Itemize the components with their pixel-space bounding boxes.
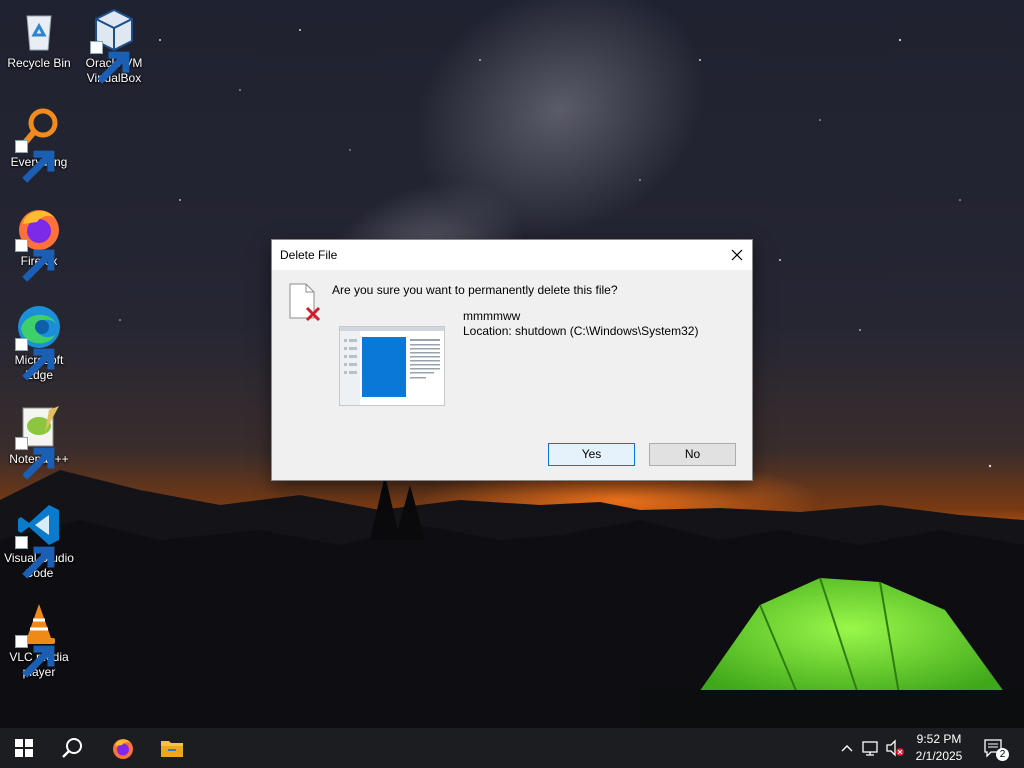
- firefox-icon: [15, 204, 63, 282]
- yes-button[interactable]: Yes: [548, 443, 635, 466]
- desktop-icon-everything[interactable]: Everything: [1, 105, 77, 183]
- firefox-taskbar-button[interactable]: [99, 728, 147, 768]
- chevron-up-icon: [841, 745, 853, 752]
- search-button[interactable]: [48, 728, 96, 768]
- file-name: mmmmww: [463, 309, 521, 323]
- shortcut-arrow-icon: [15, 140, 55, 183]
- vlc-cone-icon: [15, 600, 63, 678]
- taskbar-clock[interactable]: 9:52 PM 2/1/2025: [908, 731, 970, 765]
- search-icon: [62, 738, 82, 758]
- desktop-icon-firefox[interactable]: Firefox: [1, 204, 77, 282]
- shortcut-arrow-icon: [15, 437, 55, 480]
- file-location: Location: shutdown (C:\Windows\System32): [463, 324, 699, 338]
- notification-count-badge: 2: [996, 748, 1009, 761]
- file-thumbnail: [339, 326, 445, 406]
- volume-tray-button[interactable]: [884, 738, 906, 758]
- desktop-icon-edge[interactable]: Microsoft Edge: [1, 303, 77, 383]
- edge-icon: [15, 303, 63, 381]
- taskbar: 9:52 PM 2/1/2025: [0, 728, 1024, 768]
- file-explorer-taskbar-button[interactable]: [148, 728, 196, 768]
- virtualbox-icon: [90, 6, 138, 84]
- dialog-close-button[interactable]: [722, 240, 752, 270]
- vscode-icon: [15, 501, 63, 579]
- desktop-icon-notepadpp[interactable]: Notepad++: [1, 402, 77, 480]
- folder-icon: [161, 741, 183, 757]
- dialog-titlebar[interactable]: Delete File: [272, 240, 752, 270]
- file-delete-icon: [288, 282, 322, 322]
- delete-file-dialog: Delete File Are you sure you want to per…: [272, 240, 752, 480]
- speaker-muted-icon: [886, 739, 904, 757]
- start-button[interactable]: [0, 728, 48, 768]
- windows-logo-icon: [15, 739, 33, 757]
- shortcut-arrow-icon: [15, 338, 55, 381]
- desktop-icon-recycle-bin[interactable]: Recycle Bin: [1, 6, 77, 71]
- dialog-question: Are you sure you want to permanently del…: [332, 283, 618, 297]
- clock-time: 9:52 PM: [916, 732, 962, 746]
- no-button[interactable]: No: [649, 443, 736, 466]
- notepadpp-icon: [15, 402, 63, 480]
- shortcut-arrow-icon: [15, 239, 55, 282]
- network-tray-button[interactable]: [860, 738, 882, 758]
- recycle-bin-icon: [15, 6, 63, 54]
- firefox-icon: [113, 739, 133, 759]
- network-icon: [862, 741, 878, 756]
- close-icon: [731, 249, 743, 261]
- shortcut-arrow-icon: [90, 41, 130, 84]
- dialog-title: Delete File: [280, 248, 338, 262]
- desktop-icon-vlc[interactable]: VLC media player: [1, 600, 77, 680]
- shortcut-arrow-icon: [15, 635, 55, 678]
- clock-date: 2/1/2025: [915, 749, 963, 763]
- desktop-icon-label: Recycle Bin: [7, 56, 71, 70]
- show-hidden-icons-button[interactable]: [836, 738, 858, 758]
- shortcut-arrow-icon: [15, 536, 55, 579]
- desktop-icon-vscode[interactable]: Visual Studio Code: [1, 501, 77, 581]
- everything-search-icon: [15, 105, 63, 183]
- desktop-icon-virtualbox[interactable]: Oracle VM VirtualBox: [76, 6, 152, 86]
